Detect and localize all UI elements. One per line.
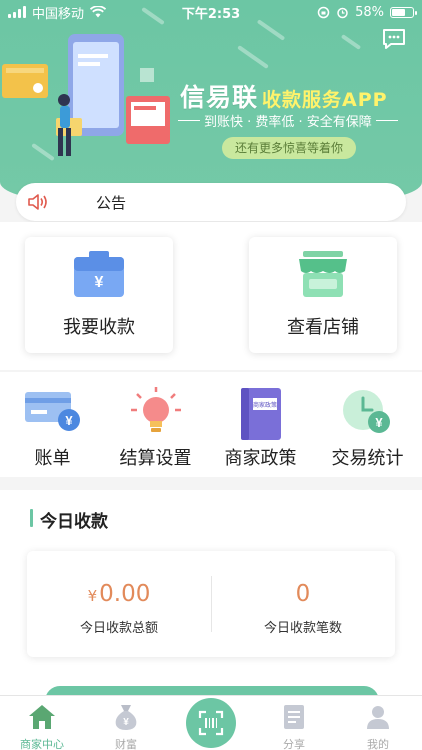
tab-label-merchant-center: 商家中心 — [20, 738, 64, 750]
menu-item-bill[interactable]: ¥ 账单 — [0, 372, 105, 477]
bill-icon: ¥ — [24, 392, 80, 431]
today-amount-value: ¥0.00 — [27, 581, 211, 607]
banner-title-sub: 收款服务APP — [262, 89, 388, 111]
today-amount-caption: 今日收款总额 — [79, 621, 158, 636]
function-menu: ¥ 账单 结算设置 商家政策 商家政策 ¥ 交易统计 — [0, 372, 422, 477]
receive-payment-label: 我要收款 — [63, 317, 135, 338]
section-accent-bar — [30, 509, 33, 527]
home-icon — [29, 705, 55, 729]
tab-label-wealth: 财富 — [115, 738, 137, 750]
menu-item-stats[interactable]: ¥ 交易统计 — [315, 372, 420, 477]
currency-symbol: ¥ — [87, 587, 98, 605]
svg-text:¥: ¥ — [65, 413, 73, 428]
alarm-icon — [337, 7, 348, 18]
banner-slogan: 到账快 · 费率低 · 安全有保障 — [178, 111, 398, 130]
message-icon[interactable] — [382, 28, 406, 50]
user-icon — [367, 706, 389, 729]
menu-item-settlement[interactable]: 结算设置 — [103, 372, 208, 477]
tab-label-share: 分享 — [283, 738, 305, 750]
view-store-card[interactable]: 查看店铺 — [249, 237, 397, 353]
quick-actions: ¥ 我要收款 查看店铺 — [0, 222, 422, 370]
battery-icon — [390, 6, 417, 18]
battery-percent: 58% — [355, 4, 384, 20]
view-store-label: 查看店铺 — [287, 317, 359, 338]
receive-payment-card[interactable]: ¥ 我要收款 — [25, 237, 173, 353]
menu-item-policy[interactable]: 商家政策 商家政策 — [208, 372, 313, 477]
lightbulb-icon — [130, 387, 181, 432]
clock-icon: ¥ — [342, 390, 390, 433]
tab-mine[interactable]: 我的 — [336, 696, 420, 750]
speaker-icon — [28, 194, 47, 210]
scan-icon — [198, 710, 224, 736]
today-income-panel[interactable]: ¥0.00 今日收款总额 0 今日收款笔数 — [27, 551, 395, 657]
promo-banner[interactable]: 中国移动 下午2:53 58% 信易联 收款服务APP 到账快 · 费率低 · … — [0, 0, 422, 200]
book-icon: 商家政策 — [240, 388, 281, 440]
banner-title-main: 信易联 — [180, 83, 259, 112]
menu-label-policy: 商家政策 — [224, 448, 297, 469]
svg-text:¥: ¥ — [123, 717, 129, 728]
today-amount-number: 0.00 — [99, 581, 151, 607]
svg-text:¥: ¥ — [375, 415, 383, 430]
today-amount-block: ¥0.00 今日收款总额 — [27, 581, 211, 636]
announcement-bar[interactable]: 公告 — [16, 183, 406, 221]
today-count-block: 0 今日收款笔数 — [211, 581, 395, 636]
share-doc-icon — [284, 705, 304, 729]
store-icon — [299, 251, 347, 297]
today-income-title: 今日收款 — [40, 512, 108, 532]
announcement-label: 公告 — [96, 193, 127, 212]
today-count-value: 0 — [295, 581, 311, 607]
status-bar: 中国移动 下午2:53 58% — [0, 0, 422, 24]
banner-illustration — [2, 34, 170, 156]
tab-share[interactable]: 分享 — [252, 696, 336, 750]
today-income-section: 今日收款 ¥0.00 今日收款总额 0 今日收款笔数 — [0, 490, 422, 716]
menu-label-stats: 交易统计 — [331, 448, 404, 469]
tab-label-mine: 我的 — [367, 738, 389, 750]
svg-text:¥: ¥ — [95, 274, 104, 291]
rotation-lock-icon — [317, 6, 330, 18]
signal-icon — [8, 6, 26, 18]
carrier-label: 中国移动 — [32, 6, 85, 22]
menu-label-settlement: 结算设置 — [119, 448, 192, 469]
scan-button[interactable] — [186, 698, 236, 748]
money-bag-icon: ¥ — [115, 705, 137, 730]
banner-title: 信易联 收款服务APP — [180, 78, 388, 114]
banner-slogan-text: 到账快 · 费率低 · 安全有保障 — [204, 115, 372, 130]
wallet-icon: ¥ — [74, 251, 124, 297]
banner-more-pill[interactable]: 还有更多惊喜等着你 — [222, 137, 356, 159]
today-count-caption: 今日收款笔数 — [263, 621, 342, 636]
tab-merchant-center[interactable]: 商家中心 — [0, 696, 84, 750]
tab-wealth[interactable]: ¥ 财富 — [84, 696, 168, 750]
wifi-icon — [90, 6, 107, 18]
menu-label-bill: 账单 — [34, 448, 71, 469]
book-cover-text: 商家政策 — [252, 401, 276, 409]
merchant-home-page: 中国移动 下午2:53 58% 信易联 收款服务APP 到账快 · 费率低 · … — [0, 0, 422, 750]
